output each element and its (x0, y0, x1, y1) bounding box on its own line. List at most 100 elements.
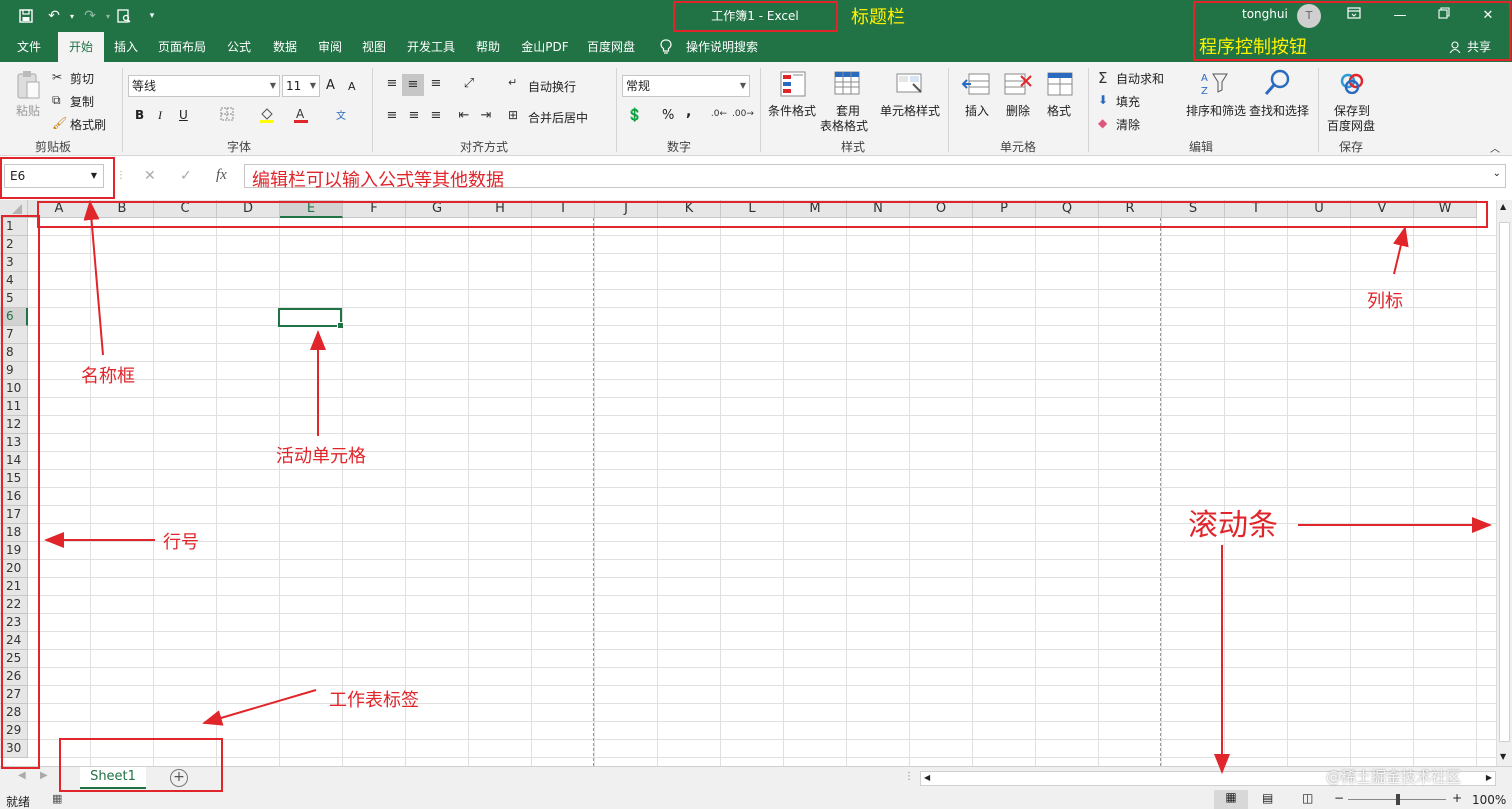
shrink-font-button[interactable]: A (348, 80, 356, 93)
format-painter-button[interactable]: 格式刷 (70, 116, 106, 133)
conditional-format-button[interactable]: 条件格式 (768, 102, 816, 119)
row-header[interactable]: 8 (0, 344, 28, 362)
tab-file[interactable]: 文件 (10, 32, 48, 62)
column-header[interactable]: U (1288, 200, 1351, 218)
normal-view-icon[interactable]: ▦ (1214, 790, 1248, 809)
save-to-netdisk-line2[interactable]: 百度网盘 (1327, 117, 1375, 134)
wrap-text-button[interactable]: 自动换行 (528, 78, 576, 95)
row-header[interactable]: 24 (0, 632, 28, 650)
insert-cells-button[interactable]: 插入 (965, 102, 989, 119)
row-header[interactable]: 27 (0, 686, 28, 704)
row-header[interactable]: 1 (0, 218, 28, 236)
column-header[interactable]: M (784, 200, 847, 218)
decrease-indent-icon[interactable]: ⇤ (456, 108, 472, 123)
share-button[interactable]: 共享 (1464, 32, 1494, 62)
tab-developer[interactable]: 开发工具 (398, 32, 464, 62)
scroll-down-icon[interactable]: ▼ (1500, 752, 1506, 761)
row-header[interactable]: 30 (0, 740, 28, 758)
cell-styles-button[interactable]: 单元格样式 (880, 102, 940, 119)
tab-review[interactable]: 审阅 (310, 32, 350, 62)
delete-cells-button[interactable]: 删除 (1006, 102, 1030, 119)
zoom-out-icon[interactable]: − (1334, 791, 1344, 805)
column-header[interactable]: O (910, 200, 973, 218)
tab-formulas[interactable]: 公式 (218, 32, 260, 62)
cell-area[interactable] (28, 218, 1496, 766)
row-header[interactable]: 20 (0, 560, 28, 578)
paste-button[interactable]: 粘贴 (16, 102, 40, 119)
row-header[interactable]: 21 (0, 578, 28, 596)
page-break-view-icon[interactable]: ◫ (1302, 791, 1313, 805)
print-preview-icon[interactable] (114, 6, 134, 26)
tab-baidu-netdisk[interactable]: 百度网盘 (580, 32, 642, 62)
avatar[interactable]: T (1297, 4, 1321, 28)
fill-button[interactable]: 填充 (1116, 93, 1140, 110)
row-header[interactable]: 11 (0, 398, 28, 416)
font-size-combo[interactable]: 11 ▼ (282, 75, 320, 97)
align-right-icon[interactable]: ≡ (428, 108, 444, 123)
collapse-ribbon-icon[interactable]: ︿ (1490, 140, 1500, 155)
row-header[interactable]: 3 (0, 254, 28, 272)
minimize-icon[interactable]: — (1388, 4, 1412, 28)
worksheet-grid[interactable]: ABCDEFGHIJKLMNOPQRSTUVW 1 2 3 4 5 6 7 8 9 10 11 12 1… (0, 200, 1496, 766)
column-header[interactable]: J (595, 200, 658, 218)
comma-style-button[interactable]: , (686, 104, 691, 120)
phonetic-guide-icon[interactable]: 文 (332, 107, 350, 122)
column-header[interactable]: I (532, 200, 595, 218)
expand-formula-bar-icon[interactable]: ⌄ (1493, 168, 1501, 179)
format-cells-button[interactable]: 格式 (1047, 102, 1071, 119)
column-header[interactable]: B (91, 200, 154, 218)
column-header[interactable]: D (217, 200, 280, 218)
column-header[interactable]: E (280, 200, 343, 218)
row-header[interactable]: 18 (0, 524, 28, 542)
customize-quick-access-icon[interactable]: ▾ (142, 6, 162, 26)
row-header[interactable]: 17 (0, 506, 28, 524)
undo-dropdown-icon[interactable]: ▾ (62, 6, 82, 26)
column-header[interactable]: V (1351, 200, 1414, 218)
row-header[interactable]: 4 (0, 272, 28, 290)
row-header[interactable]: 2 (0, 236, 28, 254)
zoom-in-icon[interactable]: + (1452, 791, 1462, 805)
percent-button[interactable]: % (662, 108, 674, 123)
column-header[interactable]: Q (1036, 200, 1099, 218)
name-box[interactable]: E6 ▼ (4, 164, 104, 188)
column-header[interactable]: H (469, 200, 532, 218)
scroll-left-icon[interactable]: ◀ (924, 773, 930, 782)
column-header[interactable]: R (1099, 200, 1162, 218)
scroll-up-icon[interactable]: ▲ (1500, 202, 1506, 211)
scroll-right-icon[interactable]: ▶ (1486, 773, 1492, 782)
column-header[interactable]: T (1225, 200, 1288, 218)
bold-button[interactable]: B (135, 108, 144, 122)
align-top-icon[interactable]: ≡ (384, 76, 400, 91)
add-sheet-icon[interactable]: + (170, 769, 188, 787)
borders-icon[interactable] (218, 107, 236, 125)
row-header[interactable]: 28 (0, 704, 28, 722)
number-format-combo[interactable]: 常规 ▼ (622, 75, 750, 97)
align-center-icon[interactable]: ≡ (406, 108, 422, 123)
clear-button[interactable]: 清除 (1116, 116, 1140, 133)
tab-jinshan-pdf[interactable]: 金山PDF (512, 32, 578, 62)
tab-home[interactable]: 开始 (58, 32, 104, 62)
find-select-button[interactable]: 查找和选择 (1249, 102, 1309, 119)
copy-button[interactable]: 复制 (70, 93, 94, 110)
align-middle-icon[interactable]: ≡ (402, 74, 424, 96)
row-header[interactable]: 5 (0, 290, 28, 308)
sort-filter-button[interactable]: 排序和筛选 (1186, 102, 1246, 119)
cancel-entry-icon[interactable]: ✕ (144, 168, 156, 184)
redo-icon[interactable]: ↷ (80, 6, 100, 26)
column-header[interactable]: F (343, 200, 406, 218)
column-header[interactable]: G (406, 200, 469, 218)
align-left-icon[interactable]: ≡ (384, 108, 400, 123)
select-all-button[interactable] (0, 200, 28, 218)
page-layout-view-icon[interactable]: ▤ (1262, 791, 1273, 805)
row-header[interactable]: 13 (0, 434, 28, 452)
undo-icon[interactable]: ↶ (44, 6, 64, 26)
confirm-entry-icon[interactable]: ✓ (180, 168, 192, 184)
merge-center-button[interactable]: 合并后居中 (528, 109, 588, 126)
format-as-table-line2[interactable]: 表格格式 (820, 117, 868, 134)
tab-view[interactable]: 视图 (354, 32, 394, 62)
cut-button[interactable]: 剪切 (70, 70, 94, 87)
zoom-level[interactable]: 100% (1472, 793, 1506, 807)
save-icon[interactable] (16, 6, 36, 26)
orientation-icon[interactable]: ⤢ (458, 76, 480, 91)
autosum-button[interactable]: 自动求和 (1116, 70, 1164, 87)
